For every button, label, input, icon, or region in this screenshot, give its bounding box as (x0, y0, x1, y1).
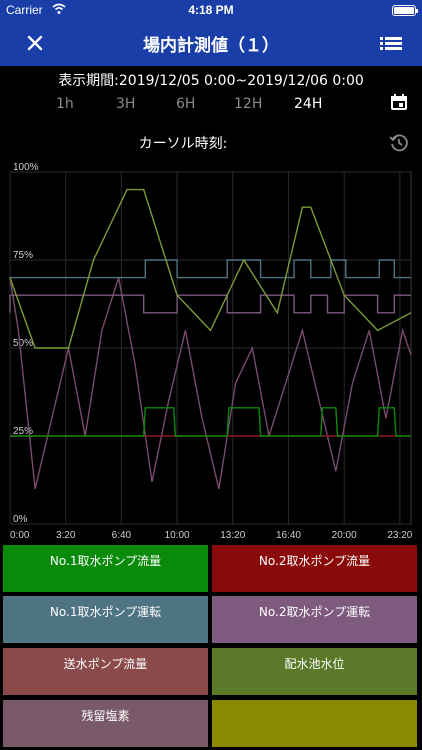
series-line (10, 259, 411, 279)
navigation-bar: 場内計測値（１） (0, 20, 422, 66)
legend-label: No.2取水ポンプ運転 (258, 605, 371, 619)
x-tick-label: 0:00 (10, 530, 30, 541)
legend-label: No.1取水ポンプ流量 (49, 554, 162, 568)
x-tick-label: 10:00 (165, 530, 190, 541)
series-line (9, 188, 412, 349)
range-3h[interactable]: 3H (116, 96, 135, 112)
display-period: 表示期間:2019/12/05 0:00~2019/12/06 0:00 (58, 73, 364, 89)
clock: 4:18 PM (188, 3, 234, 17)
series-line (9, 277, 412, 489)
legend-label: 配水池水位 (284, 657, 345, 671)
series-line (10, 407, 411, 437)
range-6h[interactable]: 6H (176, 96, 195, 112)
page-title: 場内計測値（１） (143, 36, 279, 56)
legend-supply-flow[interactable]: 送水ポンプ流量 (2, 647, 209, 696)
series-line (9, 294, 411, 314)
range-1h[interactable]: 1h (56, 96, 74, 112)
status-bar: Carrier 4:18 PM (0, 0, 422, 20)
battery-icon (392, 5, 418, 16)
x-tick-label: 13:20 (220, 530, 245, 541)
y-tick-label: 0% (13, 514, 28, 525)
legend-reservoir-level[interactable]: 配水池水位 (211, 647, 418, 696)
legend-no1-intake-run[interactable]: No.1取水ポンプ運転 (2, 595, 209, 644)
legend-no2-intake-flow[interactable]: No.2取水ポンプ流量 (211, 544, 418, 593)
x-tick-label: 20:00 (332, 530, 357, 541)
legend-label: 残留塩素 (81, 709, 130, 723)
list-icon[interactable] (378, 32, 404, 54)
legend-empty[interactable] (211, 699, 418, 748)
range-24h[interactable]: 24H (294, 96, 322, 112)
history-icon[interactable] (389, 133, 409, 153)
legend-residual-chlorine[interactable]: 残留塩素 (2, 699, 209, 748)
range-12h[interactable]: 12H (234, 96, 262, 112)
trend-chart[interactable]: 100%75%50%25%0%0:00 3:20 6:40 10:00 13:20 16:… (0, 162, 422, 544)
legend-no2-intake-run[interactable]: No.2取水ポンプ運転 (211, 595, 418, 644)
legend-no1-intake-flow[interactable]: No.1取水ポンプ流量 (2, 544, 209, 593)
series-legend: No.1取水ポンプ流量 No.2取水ポンプ流量 No.1取水ポンプ運転 No.2… (2, 544, 420, 750)
x-tick-label: 3:20 (56, 530, 76, 541)
cursor-time: カーソル時刻: (138, 136, 228, 152)
x-tick-label: 6:40 (112, 530, 132, 541)
x-tick-label: 16:40 (276, 530, 301, 541)
legend-label: 送水ポンプ流量 (63, 657, 148, 671)
legend-label: No.2取水ポンプ流量 (258, 554, 371, 568)
x-tick-label: 23:20 (387, 530, 412, 541)
y-tick-label: 75% (13, 250, 33, 261)
legend-label: No.1取水ポンプ運転 (49, 605, 162, 619)
y-tick-label: 100% (13, 162, 39, 173)
range-selector: 1h 3H 6H 12H 24H (40, 96, 350, 116)
calendar-icon[interactable] (389, 92, 409, 112)
y-tick-label: 50% (13, 338, 33, 349)
